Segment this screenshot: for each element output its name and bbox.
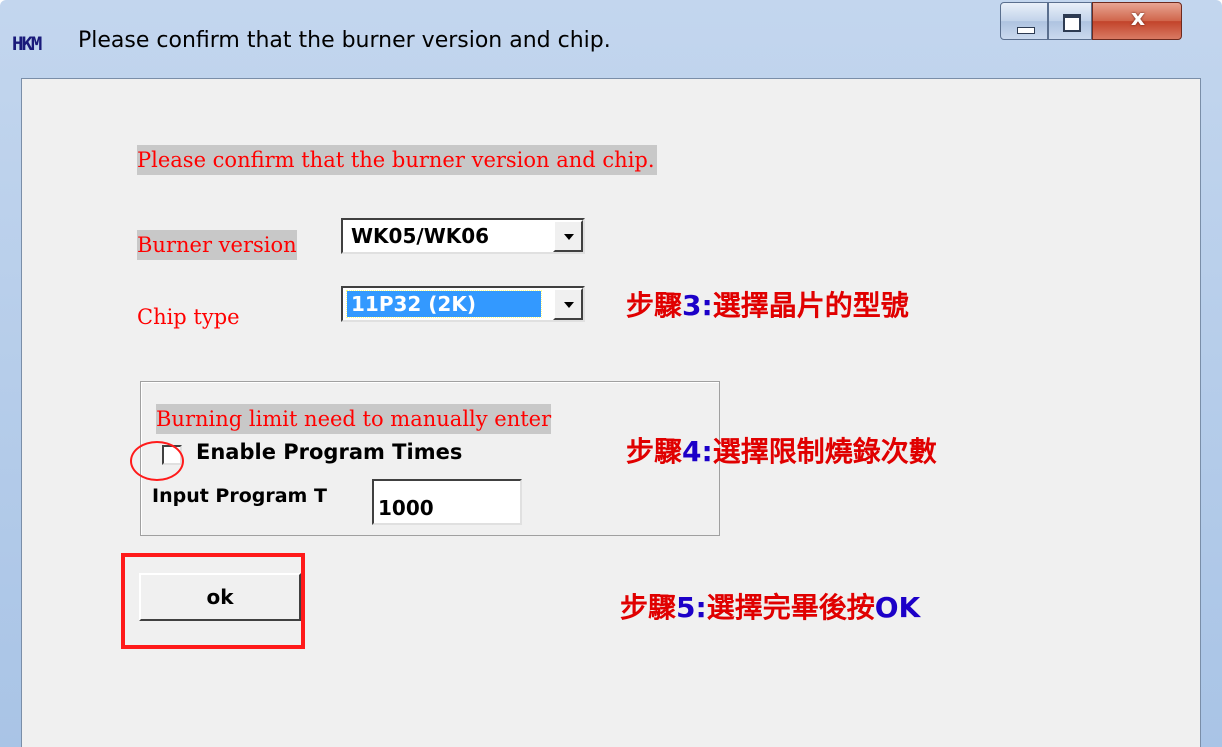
step3-text: 選擇晶片的型號 xyxy=(712,289,909,322)
burner-version-select[interactable]: WK05/WK06 xyxy=(341,218,585,254)
input-program-times-field[interactable] xyxy=(372,479,522,525)
step4-number: 4: xyxy=(682,435,713,468)
title-bar[interactable]: HKM Please confirm that the burner versi… xyxy=(0,0,1222,78)
step5-suffix: OK xyxy=(874,591,921,624)
annotation-step-4: 步驟4:選擇限制燒錄次數 xyxy=(626,434,937,470)
close-button[interactable]: x xyxy=(1092,2,1182,40)
chevron-down-icon[interactable] xyxy=(553,288,583,320)
burning-limit-label: Burning limit need to manually enter xyxy=(156,404,552,434)
app-window: HKM Please confirm that the burner versi… xyxy=(0,0,1222,747)
app-logo-icon: HKM xyxy=(12,33,42,55)
ok-button[interactable]: ok xyxy=(139,573,301,621)
minimize-icon xyxy=(1017,27,1035,34)
step3-prefix: 步驟 xyxy=(626,289,683,322)
close-icon: x xyxy=(1130,6,1146,31)
step5-text: 選擇完畢後按 xyxy=(706,591,875,624)
step4-prefix: 步驟 xyxy=(626,435,683,468)
step5-number: 5: xyxy=(676,591,707,624)
maximize-icon xyxy=(1063,14,1081,32)
annotation-step-3: 步驟3:選擇晶片的型號 xyxy=(626,288,909,324)
chip-type-select[interactable]: 11P32 (2K) xyxy=(341,286,585,322)
step4-text: 選擇限制燒錄次數 xyxy=(712,435,937,468)
burner-version-label: Burner version xyxy=(137,230,297,260)
maximize-button[interactable] xyxy=(1048,2,1092,40)
minimize-button[interactable] xyxy=(1000,2,1048,40)
enable-program-times-label[interactable]: Enable Program Times xyxy=(196,440,462,464)
step3-number: 3: xyxy=(682,289,713,322)
burner-version-value: WK05/WK06 xyxy=(351,224,490,248)
input-program-times-label: Input Program T xyxy=(152,485,327,507)
step5-prefix: 步驟 xyxy=(620,591,677,624)
window-title: Please confirm that the burner version a… xyxy=(78,28,611,53)
dialog-client-area: Please confirm that the burner version a… xyxy=(21,78,1201,747)
chevron-down-icon[interactable] xyxy=(553,220,583,252)
enable-program-times-checkbox[interactable] xyxy=(162,445,182,465)
chip-type-label: Chip type xyxy=(137,305,240,329)
chip-type-value: 11P32 (2K) xyxy=(346,290,542,318)
annotation-step-5: 步驟5:選擇完畢後按OK xyxy=(620,590,920,626)
dialog-header: Please confirm that the burner version a… xyxy=(137,145,657,175)
